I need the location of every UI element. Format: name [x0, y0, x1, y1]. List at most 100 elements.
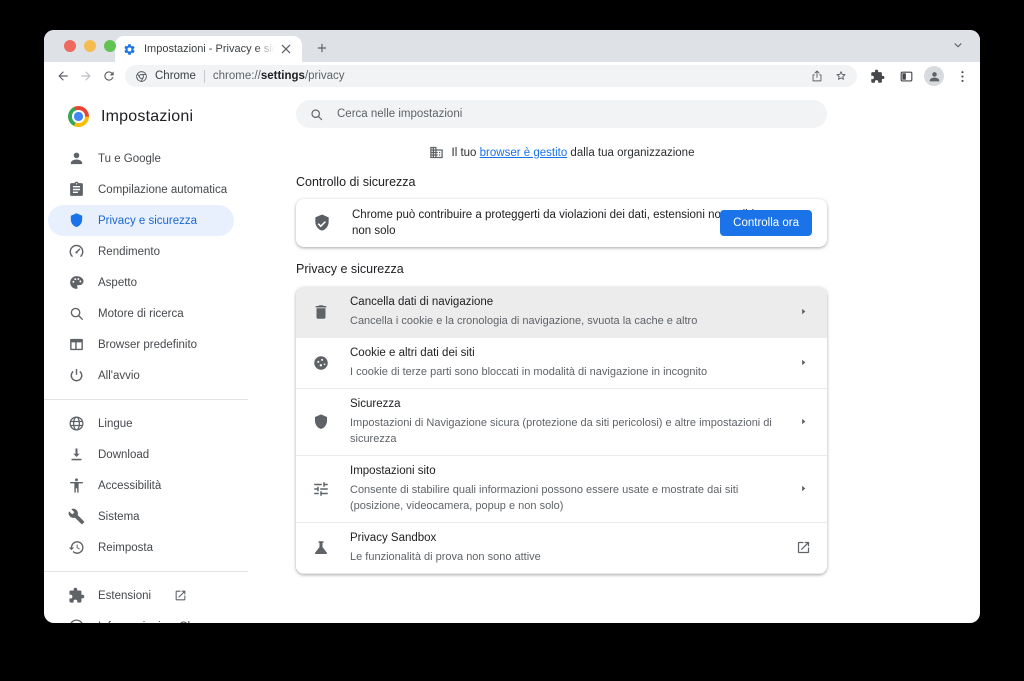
- clipboard-icon: [68, 181, 85, 198]
- forward-button[interactable]: [74, 65, 97, 88]
- more-menu-icon[interactable]: [951, 65, 973, 87]
- sidebar-item-label: Compilazione automatica: [98, 183, 228, 196]
- privacy-settings-list: Cancella dati di navigazione Cancella i …: [296, 286, 827, 574]
- settings-brand: Impostazioni: [44, 96, 248, 143]
- search-input[interactable]: [335, 107, 814, 121]
- sidebar-divider: [44, 571, 248, 572]
- settings-row[interactable]: Impostazioni sito Consente di stabilire …: [296, 456, 827, 523]
- sidebar-item[interactable]: Privacy e sicurezza: [48, 205, 234, 236]
- sidebar-item-label: Lingue: [98, 417, 133, 430]
- globe-icon: [68, 415, 85, 432]
- url-path: /privacy: [304, 70, 345, 82]
- chrome-logo-icon: [68, 106, 89, 127]
- omnibox-actions: [807, 66, 851, 86]
- sidebar-item[interactable]: Aspetto: [48, 267, 234, 298]
- row-description: Cancella i cookie e la cronologia di nav…: [350, 314, 698, 327]
- trash-icon: [312, 303, 330, 321]
- page-title: Impostazioni: [101, 107, 194, 125]
- sidebar-item[interactable]: Lingue: [48, 408, 234, 439]
- sidebar-item-label: Estensioni: [98, 589, 152, 602]
- sidebar-item-label: Informazioni su Chrome: [98, 621, 220, 624]
- sidebar-item-label: Accessibilità: [98, 479, 162, 492]
- sidebar-item-label: Download: [98, 448, 150, 461]
- browser-window: Impostazioni - Privacy e sicure Chrome c…: [44, 30, 980, 623]
- shield-icon: [312, 413, 330, 431]
- reload-button[interactable]: [97, 65, 120, 88]
- cookie-icon: [312, 354, 330, 372]
- bookmark-star-icon[interactable]: [831, 66, 851, 86]
- sidebar-item[interactable]: All'avvio: [48, 360, 234, 391]
- safety-check-text: Chrome può contribuire a proteggerti da …: [352, 209, 771, 238]
- sidebar-item-label: Privacy e sicurezza: [98, 214, 198, 227]
- settings-row[interactable]: Cookie e altri dati dei siti I cookie di…: [296, 338, 827, 389]
- tune-icon: [312, 480, 330, 498]
- arrow-right-icon: [796, 481, 811, 496]
- search-icon: [68, 305, 85, 322]
- history-icon: [68, 539, 85, 556]
- settings-row[interactable]: Privacy Sandbox Le funzionalità di prova…: [296, 523, 827, 574]
- power-icon: [68, 367, 85, 384]
- settings-search[interactable]: [296, 100, 827, 128]
- chrome-outline-icon: [68, 618, 85, 623]
- chevron-down-icon[interactable]: [951, 38, 965, 52]
- sidebar-item[interactable]: Motore di ricerca: [48, 298, 234, 329]
- tab-strip: Impostazioni - Privacy e sicure: [44, 30, 980, 62]
- gear-icon: [123, 43, 136, 56]
- sidebar-item-label: Browser predefinito: [98, 338, 198, 351]
- sidebar-item-label: Reimposta: [98, 541, 153, 554]
- share-icon[interactable]: [807, 66, 827, 86]
- sidebar-item[interactable]: Rendimento: [48, 236, 234, 267]
- sidebar-item[interactable]: Reimposta: [48, 532, 234, 563]
- sidebar-item[interactable]: Tu e Google: [48, 143, 234, 174]
- sidebar-item[interactable]: Estensioni: [48, 580, 234, 611]
- back-button[interactable]: [51, 65, 74, 88]
- url-separator: [203, 69, 205, 83]
- close-tab-icon[interactable]: [278, 41, 294, 57]
- row-description: I cookie di terze parti sono bloccati in…: [350, 365, 708, 378]
- settings-sidebar: Impostazioni Tu e Google Compilazione au…: [44, 90, 248, 623]
- close-window-button[interactable]: [64, 40, 76, 52]
- profile-avatar[interactable]: [924, 66, 944, 86]
- sidebar-item[interactable]: Download: [48, 439, 234, 470]
- sidebar-item-label: Aspetto: [98, 276, 137, 289]
- settings-row[interactable]: Sicurezza Impostazioni di Navigazione si…: [296, 389, 827, 456]
- row-description: Impostazioni di Navigazione sicura (prot…: [350, 416, 772, 445]
- privacy-heading: Privacy e sicurezza: [296, 262, 404, 277]
- managed-notice: Il tuo browser è gestito dalla tua organ…: [296, 145, 827, 160]
- managed-browser-link[interactable]: browser è gestito: [480, 147, 568, 159]
- chrome-icon: [135, 70, 148, 83]
- sidebar-item[interactable]: Compilazione automatica: [48, 174, 234, 205]
- shield-icon: [68, 212, 85, 229]
- arrow-right-icon: [796, 355, 811, 370]
- safety-check-card: Chrome può contribuire a proteggerti da …: [296, 199, 827, 248]
- puzzle-icon: [68, 587, 85, 604]
- url-scheme: chrome://: [212, 70, 261, 82]
- check-now-button[interactable]: Controlla ora: [720, 210, 812, 237]
- building-icon: [429, 145, 444, 160]
- sidebar-item[interactable]: Accessibilità: [48, 470, 234, 501]
- zoom-window-button[interactable]: [104, 40, 116, 52]
- tab-settings[interactable]: Impostazioni - Privacy e sicure: [115, 36, 302, 62]
- sidebar-item[interactable]: Sistema: [48, 501, 234, 532]
- external-link-icon: [174, 589, 187, 602]
- extensions-puzzle-icon[interactable]: [866, 65, 888, 87]
- url-text: chrome://settings/privacy: [213, 70, 807, 82]
- minimize-window-button[interactable]: [84, 40, 96, 52]
- browser-toolbar: Chrome chrome://settings/privacy: [44, 62, 980, 90]
- window-controls: [64, 40, 116, 52]
- arrow-right-icon: [796, 304, 811, 319]
- sidebar-item[interactable]: Informazioni su Chrome: [48, 611, 234, 623]
- row-title: Impostazioni sito: [350, 464, 436, 477]
- settings-row[interactable]: Cancella dati di navigazione Cancella i …: [296, 286, 827, 338]
- sidebar-item[interactable]: Browser predefinito: [48, 329, 234, 360]
- sidebar-item-label: Sistema: [98, 510, 140, 523]
- address-bar[interactable]: Chrome chrome://settings/privacy: [125, 65, 857, 87]
- speedometer-icon: [68, 243, 85, 260]
- side-panel-icon[interactable]: [895, 65, 917, 87]
- shield-check-icon: [312, 213, 332, 233]
- person-icon: [68, 150, 85, 167]
- safety-check-heading: Controllo di sicurezza: [296, 175, 416, 189]
- new-tab-button[interactable]: [310, 36, 334, 60]
- sidebar-item-label: Rendimento: [98, 245, 161, 258]
- sidebar-item-label: Motore di ricerca: [98, 307, 184, 320]
